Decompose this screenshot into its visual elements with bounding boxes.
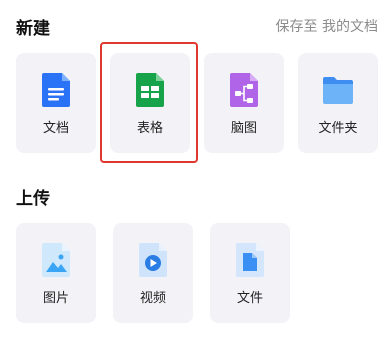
new-section-title: 新建	[16, 19, 50, 39]
folder-icon	[323, 77, 353, 104]
save-location-label[interactable]: 保存至 我的文档	[276, 16, 378, 36]
upload-video-label: 视频	[139, 291, 166, 306]
new-mindmap-button[interactable]: 脑图	[204, 53, 284, 153]
upload-video-button[interactable]: 视频	[113, 223, 193, 323]
video-icon	[139, 243, 167, 277]
new-spreadsheet-button[interactable]: 表格	[110, 53, 190, 153]
document-icon	[42, 73, 70, 107]
upload-section-title: 上传	[16, 189, 50, 209]
upload-file-button[interactable]: 文件	[210, 223, 290, 323]
upload-file-label: 文件	[236, 291, 263, 306]
upload-image-button[interactable]: 图片	[16, 223, 96, 323]
new-mindmap-label: 脑图	[230, 121, 257, 136]
mindmap-icon	[230, 73, 258, 107]
file-icon	[236, 243, 264, 277]
upload-image-label: 图片	[42, 291, 69, 306]
spreadsheet-icon	[136, 73, 164, 107]
new-folder-label: 文件夹	[318, 121, 358, 136]
new-spreadsheet-label: 表格	[136, 121, 163, 136]
image-icon	[42, 243, 70, 277]
new-folder-button[interactable]: 文件夹	[298, 53, 378, 153]
new-document-button[interactable]: 文档	[16, 53, 96, 153]
new-document-label: 文档	[42, 121, 69, 136]
